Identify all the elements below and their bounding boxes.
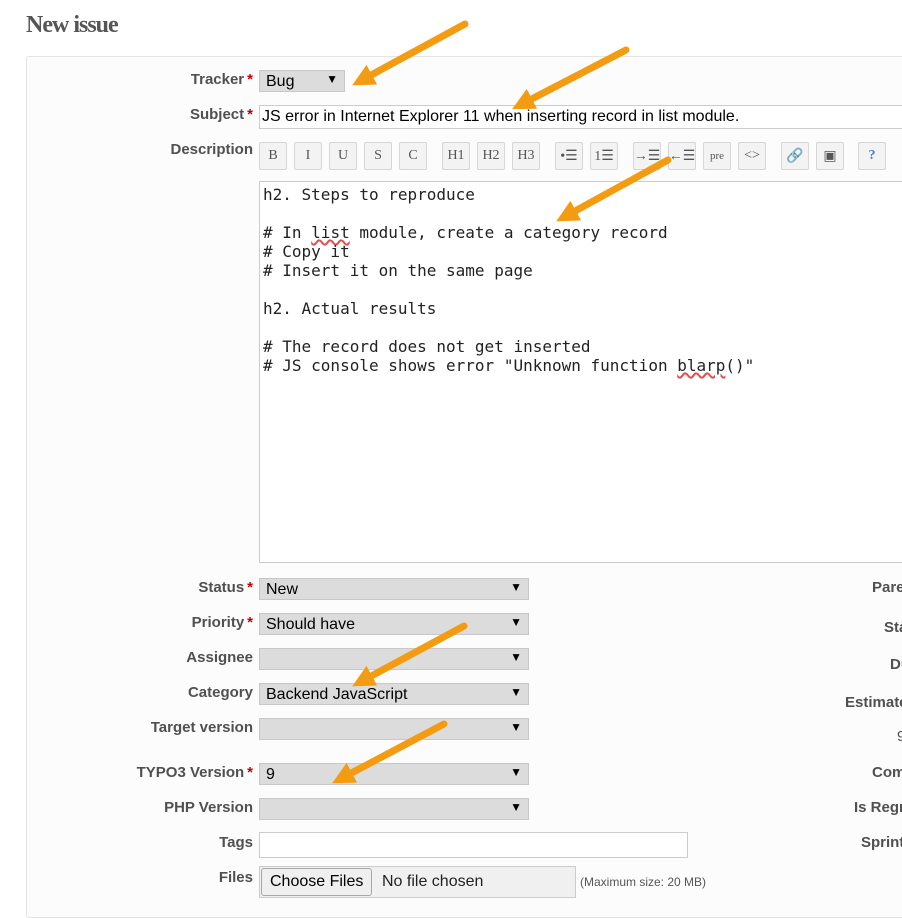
- target-version-label: Target version: [150, 719, 253, 736]
- description-label: Description: [170, 141, 253, 158]
- dropdown-arrow-icon: ▼: [510, 580, 522, 594]
- assignee-label: Assignee: [186, 649, 253, 666]
- editor-line: # Copy it: [263, 242, 350, 261]
- editor-line: h2. Steps to reproduce: [263, 185, 475, 204]
- assignee-select[interactable]: ▼: [259, 648, 529, 670]
- target-version-select[interactable]: ▼: [259, 718, 529, 740]
- is-regression-label: Is Regr: [854, 799, 902, 816]
- dropdown-arrow-icon: ▼: [326, 72, 338, 86]
- outdent-icon[interactable]: ←☰: [668, 142, 696, 170]
- tracker-select[interactable]: Bug ▼: [259, 70, 345, 92]
- editor-line: # JS console shows error "Unknown functi…: [263, 356, 755, 375]
- estimated-time-label: Estimate: [845, 694, 902, 711]
- dropdown-arrow-icon: ▼: [510, 615, 522, 629]
- php-version-select[interactable]: ▼: [259, 798, 529, 820]
- max-size-hint: (Maximum size: 20 MB): [580, 875, 707, 889]
- heading2-icon[interactable]: H2: [477, 142, 505, 170]
- dropdown-arrow-icon: ▼: [510, 800, 522, 814]
- file-status: No file chosen: [382, 873, 484, 890]
- priority-select[interactable]: Should have ▼: [259, 613, 529, 635]
- sprint-label: Sprint: [861, 834, 902, 851]
- subject-input[interactable]: JS error in Internet Explorer 11 when in…: [259, 105, 902, 129]
- tracker-label: Tracker *: [190, 71, 253, 88]
- tags-input[interactable]: [259, 832, 688, 858]
- dropdown-arrow-icon: ▼: [510, 650, 522, 664]
- heading1-icon[interactable]: H1: [442, 142, 470, 170]
- bulleted-list-icon[interactable]: •☰: [555, 142, 583, 170]
- priority-label: Priority *: [191, 614, 253, 631]
- underline-icon[interactable]: U: [329, 142, 357, 170]
- complexity-label: Com: [872, 764, 902, 781]
- category-select[interactable]: Backend JavaScript ▼: [259, 683, 529, 705]
- link-icon[interactable]: 🔗: [781, 142, 809, 170]
- dropdown-arrow-icon: ▼: [510, 685, 522, 699]
- typo3-version-label: TYPO3 Version *: [136, 764, 253, 781]
- tags-label: Tags: [219, 834, 253, 851]
- category-label: Category: [187, 684, 253, 701]
- status-select[interactable]: New ▼: [259, 578, 529, 600]
- bold-icon[interactable]: B: [259, 142, 287, 170]
- page-title: New issue: [26, 12, 119, 38]
- php-version-label: PHP Version: [164, 799, 253, 816]
- inline-code-icon[interactable]: C: [399, 142, 427, 170]
- choose-files-button[interactable]: Choose Files: [261, 868, 373, 896]
- dropdown-arrow-icon: ▼: [510, 765, 522, 779]
- due-date-label: Du: [890, 656, 902, 673]
- indent-icon[interactable]: →☰: [633, 142, 661, 170]
- status-label: Status *: [198, 579, 253, 596]
- start-date-label: Sta: [884, 619, 902, 636]
- italic-icon[interactable]: I: [294, 142, 322, 170]
- code-highlight-icon[interactable]: <>: [738, 142, 766, 170]
- dropdown-arrow-icon: ▼: [510, 720, 522, 734]
- editor-line: # In list module, create a category reco…: [263, 223, 668, 242]
- numbered-list-icon[interactable]: 1☰: [590, 142, 618, 170]
- image-icon[interactable]: ▣: [816, 142, 844, 170]
- heading3-icon[interactable]: H3: [512, 142, 540, 170]
- files-label: Files: [218, 869, 253, 886]
- editor-line: # The record does not get inserted: [263, 337, 591, 356]
- editor-line: h2. Actual results: [263, 299, 437, 318]
- description-textarea[interactable]: h2. Steps to reproduce # In list module,…: [259, 181, 902, 563]
- parent-task-label: Pare: [872, 579, 902, 596]
- editor-line: # Insert it on the same page: [263, 261, 533, 280]
- typo3-version-select[interactable]: 9 ▼: [259, 763, 529, 785]
- subject-label: Subject *: [189, 106, 253, 123]
- strikethrough-icon[interactable]: S: [364, 142, 392, 170]
- estimated-time-value: 9: [897, 728, 902, 745]
- help-icon[interactable]: ?: [858, 142, 886, 170]
- preformatted-icon[interactable]: pre: [703, 142, 731, 170]
